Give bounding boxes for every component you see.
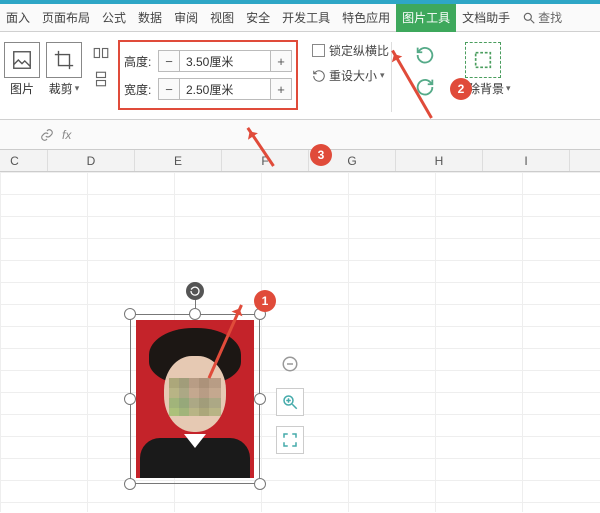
height-increase-button[interactable]: + (270, 50, 292, 72)
reset-size-label: 重设大小 (329, 67, 377, 84)
crop-label: 裁剪▾ (49, 80, 80, 97)
lock-aspect-checkbox[interactable]: 锁定纵横比 (312, 42, 389, 59)
float-collapse-button[interactable] (276, 350, 304, 378)
ribbon-mini-icons (88, 42, 114, 90)
height-row: 高度: − + (124, 48, 292, 74)
lock-aspect-label: 锁定纵横比 (329, 42, 389, 59)
menu-item-picture-tools[interactable]: 图片工具 (396, 4, 456, 32)
menu-item-page-layout[interactable]: 页面布局 (36, 4, 96, 32)
resize-handle-bl[interactable] (124, 478, 136, 490)
remove-bg-icon (465, 42, 501, 78)
menu-item-data[interactable]: 数据 (132, 4, 168, 32)
ribbon-group-crop[interactable]: 裁剪▾ (46, 38, 82, 97)
search-box[interactable]: 查找 (522, 9, 562, 26)
minus-circle-icon (281, 355, 299, 373)
menubar: 面入 页面布局 公式 数据 审阅 视图 安全 开发工具 特色应用 图片工具 文档… (0, 4, 600, 32)
annotation-badge-3: 3 (310, 144, 332, 166)
annotation-badge-1: 1 (254, 290, 276, 312)
checkbox-icon (312, 44, 325, 57)
width-decrease-button[interactable]: − (158, 78, 180, 100)
fullscreen-icon (281, 431, 299, 449)
col-head-e[interactable]: E (135, 150, 222, 171)
dropdown-caret-icon: ▾ (380, 70, 385, 81)
dropdown-caret-icon: ▾ (75, 83, 80, 94)
rotate-icon (189, 285, 201, 297)
fx-label[interactable]: fx (62, 128, 71, 142)
menu-item-devtools[interactable]: 开发工具 (276, 4, 336, 32)
spreadsheet-grid[interactable] (0, 172, 600, 512)
menu-item-doc-assistant[interactable]: 文档助手 (456, 4, 516, 32)
menu-item-formula[interactable]: 公式 (96, 4, 132, 32)
selected-picture[interactable] (130, 314, 260, 484)
col-head-d[interactable]: D (48, 150, 135, 171)
resize-handle-tm[interactable] (189, 308, 201, 320)
width-input[interactable] (180, 78, 270, 100)
width-row: 宽度: − + (124, 76, 292, 102)
ribbon-group-picture[interactable]: 图片 (4, 38, 40, 97)
menu-item-security[interactable]: 安全 (240, 4, 276, 32)
picture-float-toolbar (276, 350, 304, 454)
height-label: 高度: (124, 53, 158, 70)
link-icon[interactable] (40, 128, 54, 142)
flip-horizontal-icon[interactable] (88, 42, 114, 64)
col-head-h[interactable]: H (396, 150, 483, 171)
menu-item-review[interactable]: 审阅 (168, 4, 204, 32)
float-fullscreen-button[interactable] (276, 426, 304, 454)
resize-handle-lm[interactable] (124, 393, 136, 405)
size-options: 锁定纵横比 重设大小 ▾ (312, 42, 389, 84)
col-head-c[interactable]: C (0, 150, 48, 171)
rotate-handle[interactable] (186, 282, 204, 300)
resize-handle-br[interactable] (254, 478, 266, 490)
resize-handle-rm[interactable] (254, 393, 266, 405)
picture-icon (4, 42, 40, 78)
menu-item-special[interactable]: 特色应用 (336, 4, 396, 32)
crop-icon (46, 42, 82, 78)
reset-size-button[interactable]: 重设大小 ▾ (312, 67, 389, 84)
height-decrease-button[interactable]: − (158, 50, 180, 72)
rotate-left-button[interactable] (408, 42, 442, 68)
formula-bar: fx (0, 120, 600, 150)
size-panel: 高度: − + 宽度: − + (118, 40, 298, 110)
rotation-dials (408, 42, 442, 100)
width-label: 宽度: (124, 81, 158, 98)
col-head-i[interactable]: I (483, 150, 570, 171)
column-header-row: C D E F G H I (0, 150, 600, 172)
picture-label: 图片 (10, 80, 34, 97)
resize-handle-tl[interactable] (124, 308, 136, 320)
menu-item-view[interactable]: 视图 (204, 4, 240, 32)
width-increase-button[interactable]: + (270, 78, 292, 100)
zoom-in-icon (281, 393, 299, 411)
height-input[interactable] (180, 50, 270, 72)
float-zoom-button[interactable] (276, 388, 304, 416)
reset-icon (312, 69, 326, 83)
search-icon (522, 11, 536, 25)
flip-vertical-icon[interactable] (88, 68, 114, 90)
ribbon: 图片 裁剪▾ 高度: − + 宽度: − + 锁定纵横比 (0, 32, 600, 120)
photo-image (136, 320, 254, 478)
search-label: 查找 (538, 9, 562, 26)
annotation-badge-2: 2 (450, 78, 472, 100)
menu-item-insert[interactable]: 面入 (0, 4, 36, 32)
